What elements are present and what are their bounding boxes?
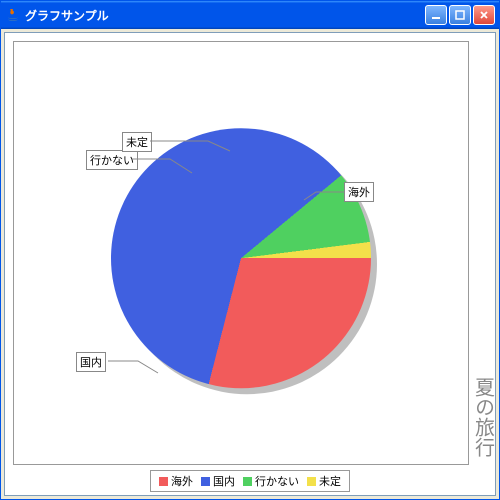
pie bbox=[111, 128, 371, 388]
title-bar: グラフサンプル bbox=[1, 1, 499, 29]
maximize-button[interactable] bbox=[449, 5, 471, 25]
legend-swatch bbox=[243, 477, 252, 486]
plot-area: 海外 国内 行かない 未定 bbox=[13, 41, 469, 465]
pie-chart bbox=[111, 128, 371, 388]
window-title: グラフサンプル bbox=[25, 7, 425, 24]
callout-label: 国内 bbox=[76, 352, 106, 372]
client-area: 海外 国内 行かない 未定 夏の旅行 bbox=[4, 32, 496, 496]
legend-swatch bbox=[159, 477, 168, 486]
legend-label: 未定 bbox=[319, 473, 341, 489]
legend-label: 行かない bbox=[255, 473, 299, 489]
chart-title-text: 夏の旅行 bbox=[469, 377, 498, 457]
legend-item: 国内 bbox=[201, 473, 235, 489]
close-button[interactable] bbox=[473, 5, 495, 25]
legend: 海外 国内 行かない 未定 bbox=[150, 470, 350, 492]
legend-item: 海外 bbox=[159, 473, 193, 489]
legend-swatch bbox=[307, 477, 316, 486]
legend-label: 国内 bbox=[213, 473, 235, 489]
minimize-button[interactable] bbox=[425, 5, 447, 25]
java-icon bbox=[5, 7, 21, 23]
legend-label: 海外 bbox=[171, 473, 193, 489]
callout-kokunai: 国内 bbox=[76, 352, 106, 372]
window-controls bbox=[425, 5, 495, 25]
plot-row: 海外 国内 行かない 未定 夏の旅行 bbox=[5, 33, 495, 467]
legend-item: 行かない bbox=[243, 473, 299, 489]
legend-swatch bbox=[201, 477, 210, 486]
app-window: グラフサンプル 海外 国内 bbox=[0, 0, 500, 500]
legend-row: 海外 国内 行かない 未定 bbox=[5, 467, 495, 495]
legend-item: 未定 bbox=[307, 473, 341, 489]
chart-side-title: 夏の旅行 bbox=[471, 33, 495, 467]
